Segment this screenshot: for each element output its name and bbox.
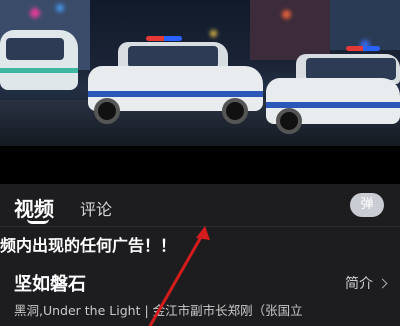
police-car (266, 46, 400, 141)
intro-link[interactable]: 简介 (345, 273, 388, 293)
danmaku-toggle-button[interactable]: 弹 (350, 193, 384, 217)
active-tab-indicator (27, 219, 49, 224)
video-title: 坚如磐石 (14, 274, 86, 295)
letterbox-bar (0, 146, 400, 184)
police-car (88, 36, 268, 131)
light (282, 10, 291, 19)
video-meta: 黑洞,Under the Light | 金江市副市长郑刚（张国立 (14, 303, 303, 318)
police-van (0, 10, 80, 95)
video-player[interactable] (0, 0, 400, 146)
ad-notice-text: 频内出现的任何广告！！ (0, 236, 177, 255)
tab-comments[interactable]: 评论 (80, 196, 112, 220)
tab-bar: 视频 评论 (0, 184, 400, 226)
chevron-right-icon (377, 278, 388, 288)
intro-label: 简介 (345, 276, 373, 292)
tab-video[interactable]: 视频 (14, 193, 54, 222)
divider (0, 226, 400, 227)
